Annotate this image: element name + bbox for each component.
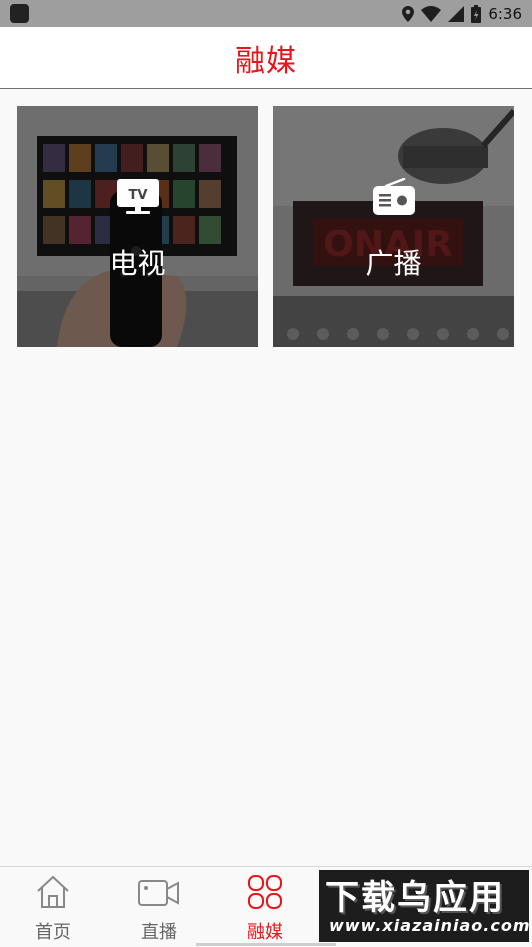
tv-label: 电视 — [109, 247, 166, 280]
watermark-title: 下载乌应用 — [325, 878, 505, 918]
status-bar: 6:36 — [0, 0, 532, 27]
radio-label: 广播 — [365, 247, 422, 280]
tv-tile[interactable]: TV 电视 — [17, 106, 258, 347]
tv-tile-overlay — [17, 106, 258, 347]
home-icon — [37, 875, 69, 908]
radio-icon — [372, 178, 415, 215]
wifi-icon — [421, 5, 442, 22]
status-time: 6:36 — [488, 4, 522, 23]
tab-live[interactable]: 直播 — [106, 867, 212, 947]
status-icons: 6:36 — [402, 0, 522, 27]
tab-media-label: 融媒 — [247, 922, 283, 943]
tv-icon-text: TV — [128, 188, 147, 203]
tab-home[interactable]: 首页 — [0, 867, 106, 947]
watermark-url: www.xiazainiao.com — [329, 916, 529, 935]
grid-icon — [248, 875, 282, 909]
page-title: 融媒 — [235, 43, 297, 79]
signal-icon — [448, 5, 465, 22]
notification-icon — [10, 4, 29, 23]
radio-tile-overlay — [273, 106, 514, 347]
battery-icon — [471, 4, 482, 23]
radio-tile[interactable]: ONAIR 广播 — [273, 106, 514, 347]
tab-home-label: 首页 — [35, 922, 71, 943]
watermark-logo: 下载乌应用 www.xiazainiao.com — [319, 870, 529, 942]
location-icon — [402, 5, 415, 22]
tab-live-label: 直播 — [141, 922, 177, 943]
tv-icon: TV — [116, 179, 159, 214]
app-bar: 融媒 — [0, 27, 532, 89]
tab-media[interactable]: 融媒 — [212, 867, 318, 947]
video-camera-icon — [138, 880, 179, 906]
